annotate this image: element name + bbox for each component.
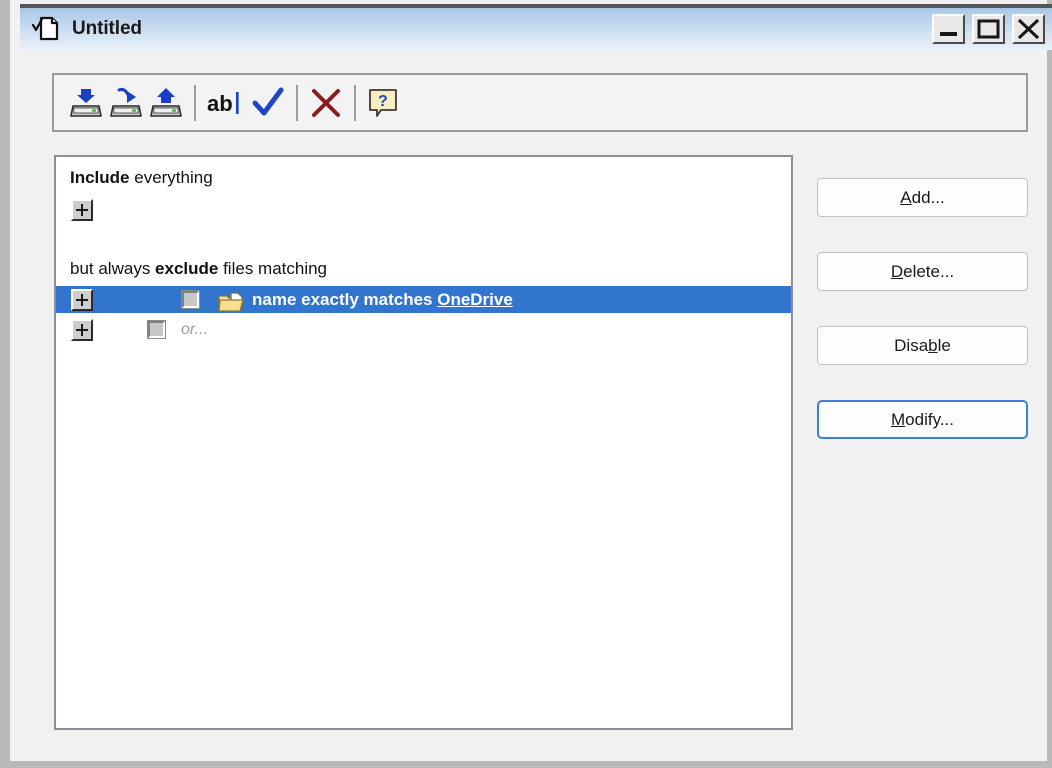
maximize-button[interactable]	[972, 14, 1005, 44]
minimize-button[interactable]	[932, 14, 965, 44]
load-from-disk-button[interactable]	[146, 84, 186, 122]
action-button-group: Add... Delete... Disable Modify...	[817, 178, 1028, 474]
help-button[interactable]: ?	[364, 84, 404, 122]
disk-down-arrow-icon	[70, 88, 102, 117]
add-button-label: Add...	[900, 187, 945, 207]
svg-text:?: ?	[378, 93, 388, 110]
exclude-heading: but always exclude files matching	[56, 260, 791, 277]
include-heading: Include everything	[56, 169, 791, 186]
toolbar-separator-3	[354, 84, 356, 121]
rules-list-panel[interactable]: Include everything but always exclude fi…	[54, 155, 793, 730]
window-title: Untitled	[72, 18, 142, 39]
add-button[interactable]: Add...	[817, 178, 1028, 217]
row-expander-icon[interactable]	[71, 288, 93, 311]
document-check-icon	[31, 15, 61, 43]
include-heading-strong: Include	[70, 168, 130, 187]
include-row[interactable]	[56, 196, 791, 223]
rule-condition-text: name exactly matches	[252, 290, 438, 309]
close-button[interactable]	[1012, 14, 1045, 44]
disk-curved-arrow-icon	[110, 87, 142, 117]
or-row-expander-icon[interactable]	[71, 318, 93, 341]
minimize-icon	[940, 32, 957, 36]
import-from-disk-button[interactable]	[66, 84, 106, 122]
row-enabled-checkbox[interactable]	[181, 290, 200, 309]
red-x-icon	[312, 88, 340, 117]
list-item[interactable]: or...	[56, 316, 791, 343]
exclude-heading-pre: but always	[70, 259, 156, 278]
maximize-icon	[977, 19, 1000, 39]
application-window: Untitled ab ? Include everything but alw…	[0, 0, 1052, 768]
rule-value-link[interactable]: OneDrive	[437, 290, 513, 309]
window-controls	[932, 14, 1045, 44]
rule-description: name exactly matches OneDrive	[252, 291, 513, 308]
or-row-label[interactable]: or...	[181, 321, 208, 338]
modify-button-label: Modify...	[891, 409, 954, 429]
title-bar: Untitled	[20, 4, 1052, 50]
ab-text-cursor-icon: ab	[207, 91, 239, 116]
help-balloon-icon: ?	[369, 88, 397, 117]
toolbar-separator-1	[194, 84, 196, 121]
folder-page-icon	[218, 291, 244, 312]
or-row-enabled-checkbox[interactable]	[147, 320, 166, 339]
disk-up-arrow-icon	[150, 87, 182, 117]
rename-button[interactable]: ab	[204, 84, 248, 122]
include-heading-rest: everything	[129, 168, 213, 187]
delete-button[interactable]	[306, 84, 346, 122]
delete-button[interactable]: Delete...	[817, 252, 1028, 291]
delete-button-label: Delete...	[890, 261, 955, 281]
table-row[interactable]: name exactly matches OneDrive	[56, 286, 791, 313]
disable-button[interactable]: Disable	[817, 326, 1028, 365]
exclude-heading-post: files matching	[218, 259, 328, 278]
toolbar: ab ?	[52, 73, 1028, 132]
exclude-heading-strong: exclude	[155, 259, 219, 278]
svg-text:ab: ab	[207, 91, 233, 116]
disable-button-label: Disable	[894, 335, 951, 355]
include-expander-icon[interactable]	[71, 198, 93, 221]
apply-button[interactable]	[248, 84, 288, 122]
save-to-disk-button[interactable]	[106, 84, 146, 122]
modify-button[interactable]: Modify...	[817, 400, 1028, 439]
toolbar-separator-2	[296, 84, 298, 121]
close-icon	[1017, 18, 1040, 40]
blue-checkmark-icon	[252, 87, 284, 115]
